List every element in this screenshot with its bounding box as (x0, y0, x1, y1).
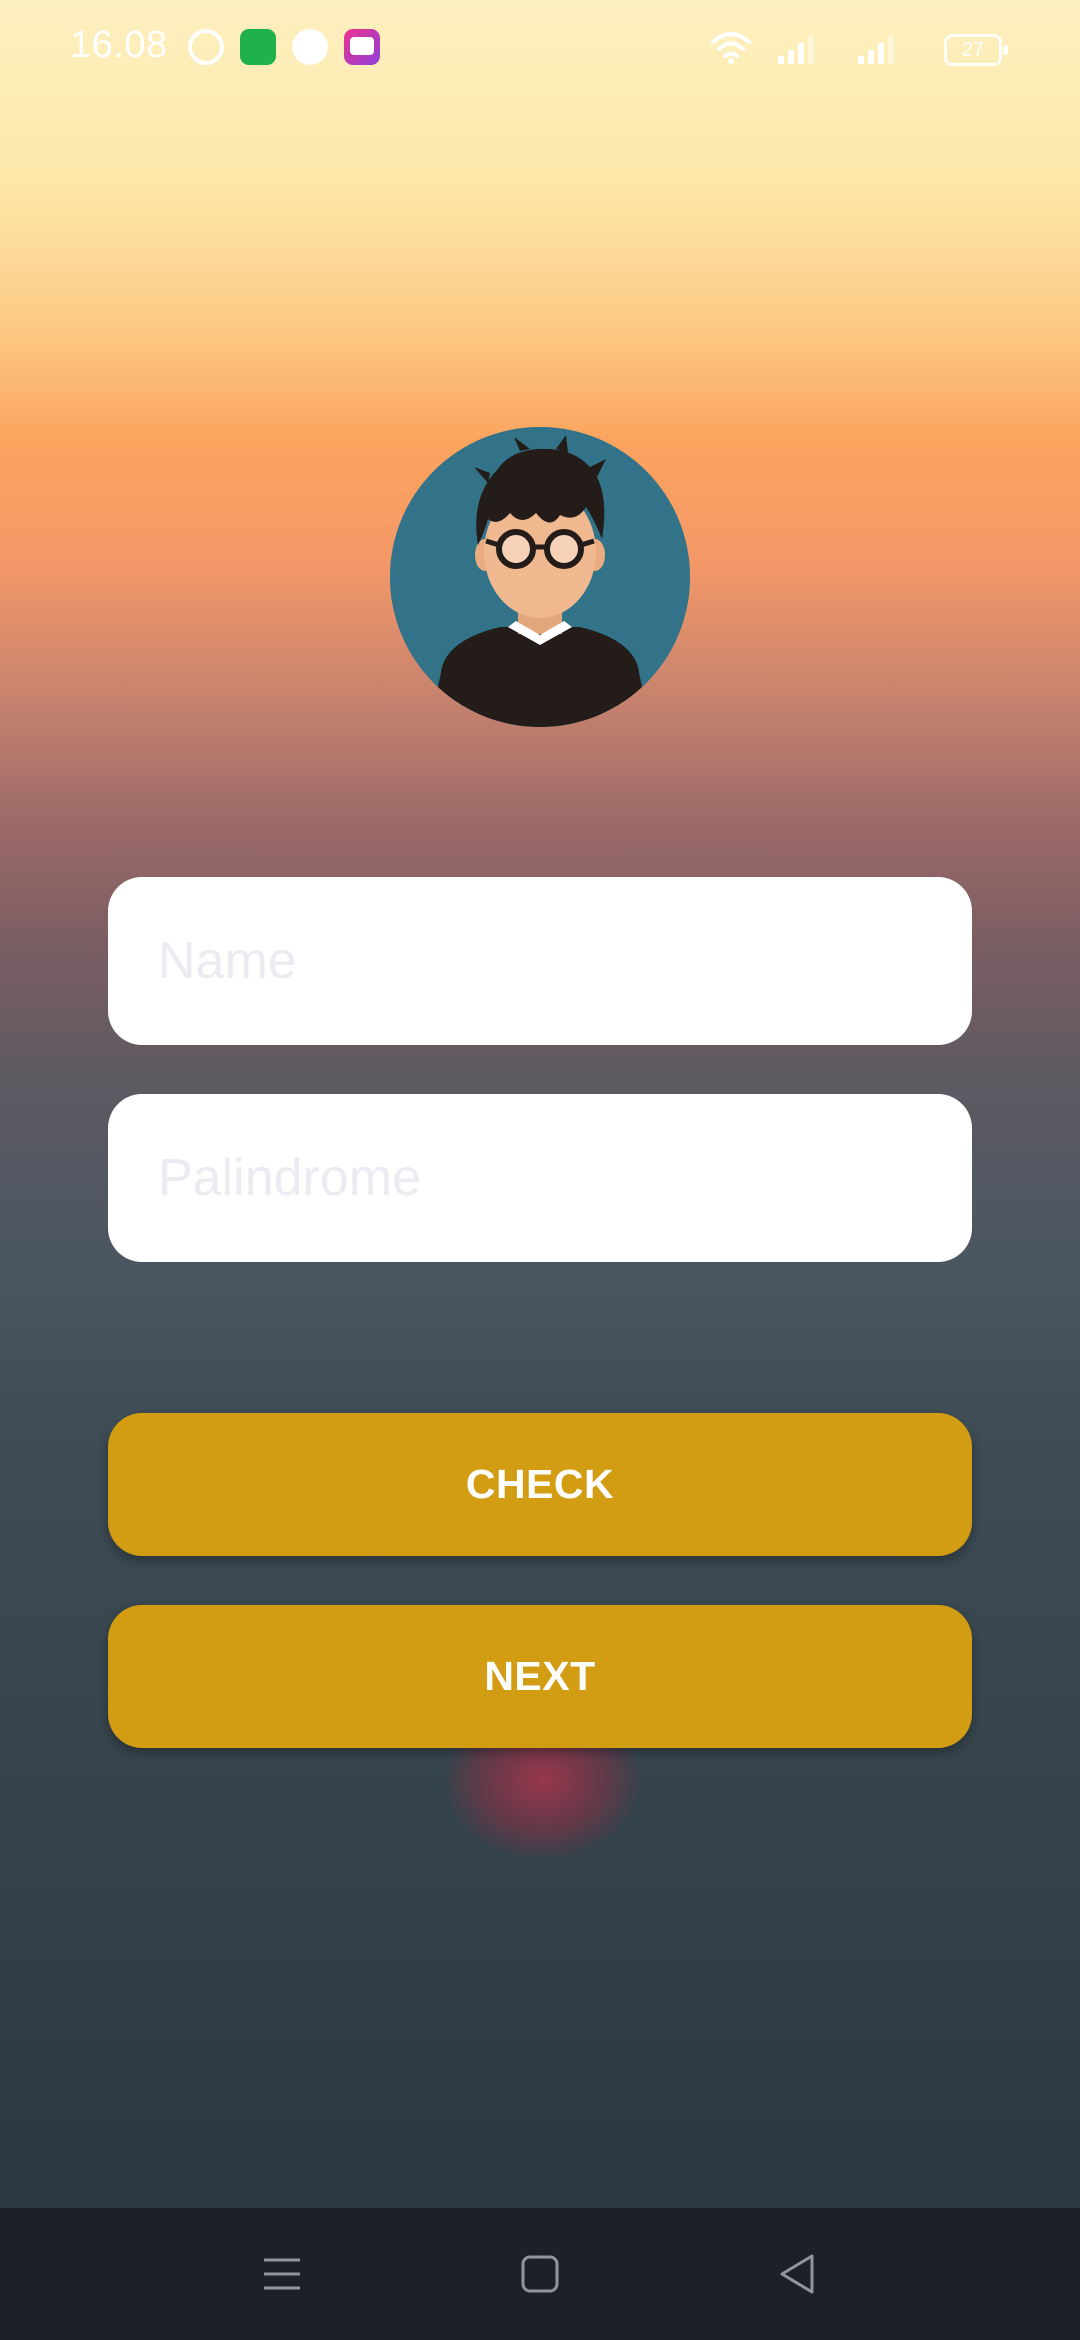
signal-icon-sim1 (778, 36, 814, 64)
navigation-bar (0, 2208, 1080, 2340)
battery-icon: 27 (944, 34, 1008, 66)
name-input[interactable] (108, 877, 972, 1045)
next-button[interactable]: NEXT (108, 1605, 972, 1748)
back-icon[interactable] (774, 2250, 822, 2298)
menu-icon[interactable] (258, 2250, 306, 2298)
whatsapp-icon (188, 29, 224, 65)
wifi-icon (711, 32, 751, 64)
user-avatar-icon[interactable] (390, 427, 690, 727)
status-bar: 16.08 27 (0, 0, 1080, 96)
check-button[interactable]: CHECK (108, 1413, 972, 1556)
shop-app-icon (240, 29, 276, 65)
palindrome-input[interactable] (108, 1094, 972, 1262)
lazada-icon (344, 29, 380, 65)
signal-icon-sim2 (858, 36, 894, 64)
pill-app-icon (292, 29, 328, 65)
home-icon[interactable] (516, 2250, 564, 2298)
status-time: 16.08 (70, 24, 168, 66)
